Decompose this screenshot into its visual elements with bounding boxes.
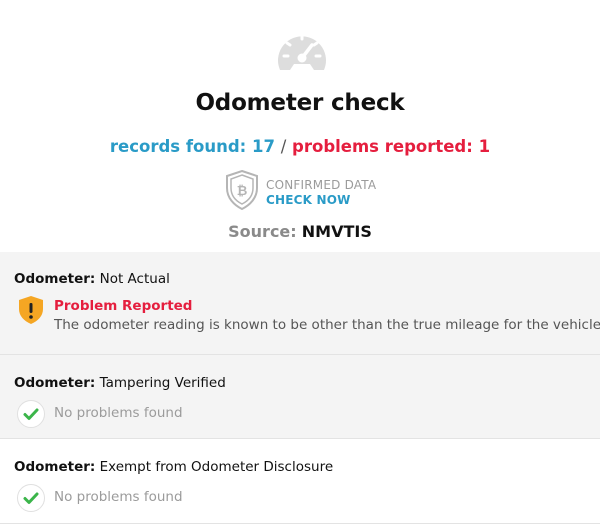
odometer-check-page: Odometer check records found: 17 / probl… [0, 0, 600, 524]
speedometer-icon [278, 33, 326, 70]
list-item: Odometer: Tampering Verified No problems… [0, 355, 600, 439]
record-label: Odometer: [14, 271, 96, 287]
data-source: Source: NMVTIS [0, 222, 600, 241]
record-counts: records found: 17 / problems reported: 1 [0, 137, 600, 156]
problems-reported-label: problems reported: [292, 137, 473, 156]
problems-reported: problems reported: 1 [292, 137, 490, 156]
source-value: NMVTIS [301, 222, 372, 241]
warning-shield-icon [19, 296, 43, 324]
records-found-count: 17 [252, 137, 275, 156]
check-circle-icon [17, 484, 45, 512]
list-item: Odometer: Exempt from Odometer Disclosur… [0, 439, 600, 524]
problems-reported-count: 1 [478, 137, 491, 156]
problem-reported-heading: Problem Reported [54, 298, 193, 314]
confirmed-data-label: CONFIRMED DATA [266, 178, 377, 192]
counts-separator: / [280, 137, 287, 156]
source-label: Source: [228, 222, 297, 241]
records-found-label: records found: [109, 137, 247, 156]
record-value: Not Actual [99, 271, 170, 287]
check-now-link[interactable]: CHECK NOW [266, 193, 351, 207]
confirmed-data-badge[interactable]: ₿ CONFIRMED DATA CHECK NOW [225, 170, 395, 210]
record-label: Odometer: [14, 375, 96, 391]
bitcoin-shield-icon: ₿ [226, 170, 258, 210]
records-found: records found: 17 [110, 137, 275, 156]
record-value: Exempt from Odometer Disclosure [99, 459, 334, 475]
record-title: Odometer: Not Actual [14, 271, 170, 287]
record-title: Odometer: Exempt from Odometer Disclosur… [14, 459, 333, 475]
problem-description: The odometer reading is known to be othe… [54, 317, 600, 333]
svg-text:₿: ₿ [237, 184, 248, 199]
record-title: Odometer: Tampering Verified [14, 375, 226, 391]
page-title: Odometer check [195, 90, 405, 116]
record-label: Odometer: [14, 459, 96, 475]
no-problems-text: No problems found [54, 489, 183, 505]
check-circle-icon [17, 400, 45, 428]
record-value: Tampering Verified [99, 375, 226, 391]
list-item: Odometer: Not Actual Problem Reported Th… [0, 252, 600, 355]
no-problems-text: No problems found [54, 405, 183, 421]
